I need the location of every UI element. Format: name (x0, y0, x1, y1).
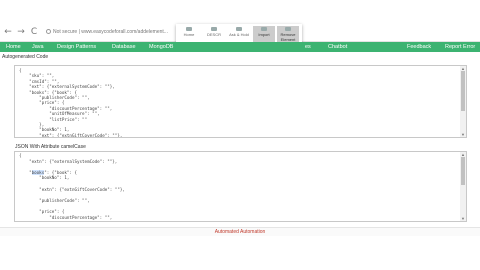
menu-database[interactable]: Database (112, 42, 136, 52)
address-bar[interactable]: Not secure | www.easycodeforall.com/adde… (46, 27, 174, 38)
descr-icon (211, 27, 217, 31)
ask-icon (236, 27, 242, 31)
code-line: "discountPercentage": "", (19, 214, 113, 220)
popup-item-ask[interactable]: Ask & Hold (228, 26, 250, 42)
lock-icon (46, 29, 51, 34)
popup-item-import[interactable]: Import (253, 26, 275, 42)
section-title-camelcase: JSON With Attribute camelCase (15, 144, 86, 150)
code-line: "books": {"book": { (19, 89, 77, 95)
code-line: "books": {"book": { (19, 169, 77, 175)
scrollbar[interactable]: ▲ ▼ (460, 152, 466, 221)
popup-item-home[interactable]: Home (178, 26, 200, 42)
selected-text: books (31, 169, 45, 175)
code-line: "unitOfMeasure": "", (19, 111, 100, 117)
extension-popup: Home DESCR Ask & Hold Import Remove Elem… (176, 24, 302, 44)
code-line: "extn": {"externalSystemCode": ""}, (19, 158, 118, 164)
section-title-autogenerated: Autogenerated Code (2, 54, 49, 60)
popup-item-remove[interactable]: Remove Element (277, 26, 299, 42)
code-line: }, (19, 122, 45, 127)
scroll-thumb[interactable] (461, 157, 465, 185)
code-line: "extn": {"extnGiftCoverCode": ""}, (19, 186, 125, 192)
import-icon (261, 27, 267, 31)
site-menu: Home Java Design Patterns Database Mongo… (0, 42, 480, 52)
code-line: "listPrice": "" (19, 116, 88, 122)
code-line: { (19, 153, 22, 158)
code-line: "discountPercentage": "", (19, 105, 113, 111)
footer-text: Automated Automation (214, 229, 266, 235)
home-icon (186, 27, 192, 31)
code-line: "bookNo": 1, (19, 175, 70, 181)
code-line: "sku": "", (19, 73, 55, 79)
menu-java[interactable]: Java (32, 42, 44, 52)
scroll-up-icon[interactable]: ▲ (461, 67, 465, 71)
menu-chatbot[interactable]: Chatbot (328, 42, 347, 52)
menu-report-error[interactable]: Report Error (445, 42, 475, 52)
scroll-thumb[interactable] (461, 71, 465, 111)
code-line: "price": { (19, 209, 65, 214)
footer: Automated Automation (0, 227, 480, 236)
scroll-up-icon[interactable]: ▲ (461, 153, 465, 157)
address-text: Not secure | www.easycodeforall.com/adde… (53, 29, 168, 35)
scroll-down-icon[interactable]: ▼ (461, 133, 465, 137)
code-line: "ext": {"externalSystemCode": ""}, (19, 84, 115, 90)
reload-icon[interactable]: C (29, 27, 39, 37)
scrollbar[interactable]: ▲ ▼ (460, 66, 466, 137)
code-line: "publisherCode": "", (19, 95, 90, 100)
code-line: "cmsId": "", (19, 78, 60, 84)
forward-icon[interactable]: → (16, 27, 26, 37)
menu-hidden-item[interactable]: es (305, 42, 311, 52)
menu-feedback[interactable]: Feedback (407, 42, 431, 52)
menu-mongodb[interactable]: MongoDB (149, 42, 173, 52)
back-icon[interactable]: ← (3, 27, 13, 37)
menu-design-patterns[interactable]: Design Patterns (57, 42, 96, 52)
code-panel-camelcase[interactable]: { "extn": {"externalSystemCode": ""}, "b… (14, 151, 467, 222)
remove-icon (285, 27, 291, 31)
code-line: "bookNo": 1, (19, 127, 70, 133)
code-line: "publisherCode": "", (19, 197, 90, 203)
popup-item-descr[interactable]: DESCR (203, 26, 225, 42)
code-panel-autogenerated[interactable]: { "sku": "", "cmsId": "", "ext": {"exter… (14, 65, 467, 138)
menu-home[interactable]: Home (6, 42, 21, 52)
code-line: "price": { (19, 100, 65, 106)
code-line: "ext": {"extnGiftCoverCode": ""}, (19, 132, 123, 138)
scroll-down-icon[interactable]: ▼ (461, 217, 465, 221)
code-line: { (19, 68, 22, 73)
